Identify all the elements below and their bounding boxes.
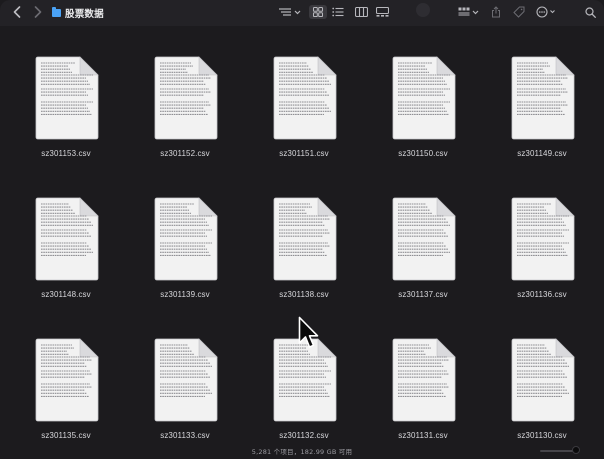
file-name: sz301139.csv xyxy=(160,290,210,299)
file-name: sz301131.csv xyxy=(398,431,448,440)
file-name: sz301138.csv xyxy=(279,290,329,299)
icon-size-slider-track[interactable] xyxy=(540,450,576,452)
ellipsis-circle-icon[interactable] xyxy=(536,5,558,19)
folder-title: 股票数据 xyxy=(65,9,104,20)
sort-lines-icon[interactable] xyxy=(277,5,303,19)
file-item[interactable]: sz301153.csv xyxy=(6,44,124,174)
file-name: sz301132.csv xyxy=(279,431,329,440)
csv-document-icon xyxy=(511,197,575,281)
chevron-left-icon[interactable] xyxy=(9,4,25,20)
csv-document-icon xyxy=(392,197,456,281)
file-item[interactable]: sz301136.csv xyxy=(482,185,600,315)
share-icon[interactable] xyxy=(490,5,502,19)
csv-document-icon xyxy=(392,56,456,140)
folder-icon xyxy=(52,7,61,17)
grid-view-icon[interactable] xyxy=(309,5,327,19)
file-name: sz301130.csv xyxy=(517,431,567,440)
file-item[interactable]: sz301133.csv xyxy=(125,326,243,456)
file-item[interactable]: sz301138.csv xyxy=(244,185,362,315)
status-text: 5,281 个项目，182.99 GB 可用 xyxy=(251,448,353,456)
csv-document-icon xyxy=(154,338,218,422)
file-item[interactable]: sz301152.csv xyxy=(125,44,243,174)
file-item[interactable]: sz301139.csv xyxy=(125,185,243,315)
file-name: sz301149.csv xyxy=(517,149,567,158)
file-item[interactable]: sz301148.csv xyxy=(6,185,124,315)
gallery-view-icon[interactable] xyxy=(375,5,389,19)
icon-size-slider-knob[interactable] xyxy=(572,446,580,454)
file-item[interactable]: sz301135.csv xyxy=(6,326,124,456)
file-name: sz301150.csv xyxy=(398,149,448,158)
file-name: sz301135.csv xyxy=(41,431,91,440)
csv-document-icon xyxy=(273,338,337,422)
finder-window: 股票数据 sz301153.csv sz301152.csv sz301151.… xyxy=(0,0,604,459)
mouse-pointer-icon xyxy=(298,316,319,348)
file-name: sz301151.csv xyxy=(279,149,329,158)
toolbar: 股票数据 xyxy=(0,0,604,26)
file-item[interactable]: sz301130.csv xyxy=(482,326,600,456)
search-icon[interactable] xyxy=(584,5,596,19)
csv-document-icon xyxy=(273,56,337,140)
csv-document-icon xyxy=(511,338,575,422)
blurred-icon xyxy=(416,3,430,17)
csv-document-icon xyxy=(154,197,218,281)
csv-document-icon xyxy=(511,56,575,140)
file-name: sz301153.csv xyxy=(41,149,91,158)
file-item[interactable]: sz301131.csv xyxy=(363,326,481,456)
file-name: sz301133.csv xyxy=(160,431,210,440)
file-item[interactable]: sz301151.csv xyxy=(244,44,362,174)
chevron-right-icon[interactable] xyxy=(30,4,46,20)
status-bar: 5,281 个项目，182.99 GB 可用 xyxy=(0,441,604,459)
tag-icon[interactable] xyxy=(513,5,525,19)
group-by-icon[interactable] xyxy=(457,5,481,19)
file-name: sz301148.csv xyxy=(41,290,91,299)
file-name: sz301152.csv xyxy=(160,149,210,158)
file-item[interactable]: sz301149.csv xyxy=(482,44,600,174)
window-title: 股票数据 xyxy=(52,6,104,20)
csv-document-icon xyxy=(273,197,337,281)
file-item[interactable]: sz301150.csv xyxy=(363,44,481,174)
file-name: sz301137.csv xyxy=(398,290,448,299)
csv-document-icon xyxy=(35,197,99,281)
csv-document-icon xyxy=(392,338,456,422)
csv-document-icon xyxy=(35,56,99,140)
csv-document-icon xyxy=(154,56,218,140)
file-name: sz301136.csv xyxy=(517,290,567,299)
csv-document-icon xyxy=(35,338,99,422)
file-item[interactable]: sz301137.csv xyxy=(363,185,481,315)
list-view-icon[interactable] xyxy=(331,5,345,19)
column-view-icon[interactable] xyxy=(354,5,368,19)
